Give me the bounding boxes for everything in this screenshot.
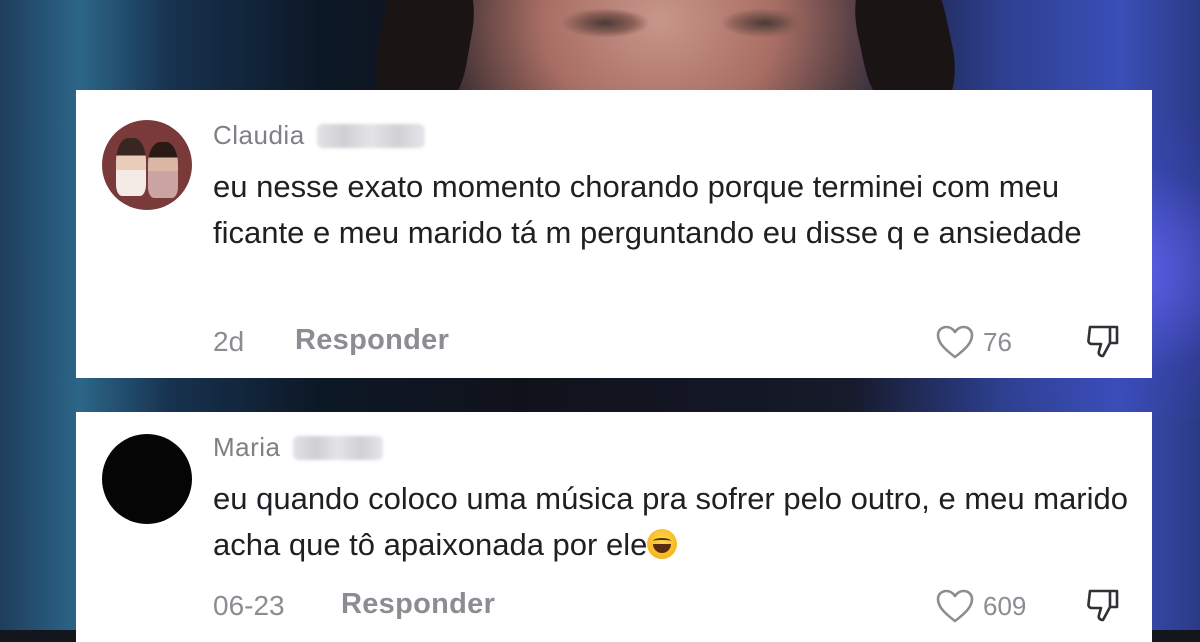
avatar-photo-person	[148, 142, 178, 198]
comment-author-row: Maria	[213, 432, 383, 463]
heart-outline-icon	[936, 589, 974, 623]
comment-date: 2d	[213, 326, 245, 357]
blurred-surname	[292, 435, 383, 460]
eye-shape	[560, 8, 650, 38]
reply-button[interactable]: Responder	[295, 324, 449, 357]
comment-card: Claudia eu nesse exato momento chorando …	[76, 90, 1152, 378]
comment-author-row: Claudia	[213, 120, 425, 151]
like-button[interactable]: 609	[935, 588, 1026, 624]
grinning-sweat-emoji-icon	[647, 529, 678, 559]
blurred-surname	[316, 123, 425, 148]
comment-author[interactable]: Maria	[213, 432, 281, 463]
comment-date: 06-23	[213, 590, 285, 621]
comment-text-content: eu nesse exato momento chorando porque t…	[213, 169, 1082, 250]
comment-text: eu quando coloco uma música pra sofrer p…	[213, 476, 1133, 568]
avatar[interactable]	[102, 120, 192, 210]
comment-card: Maria eu quando coloco uma música pra so…	[76, 412, 1152, 642]
reply-button[interactable]: Responder	[341, 588, 495, 621]
heart-outline-icon	[936, 325, 974, 359]
thumbs-down-outline-icon[interactable]	[1084, 322, 1122, 360]
avatar[interactable]	[102, 434, 192, 524]
like-count: 609	[983, 590, 1027, 621]
comment-actions: 2d Responder 76	[213, 320, 1122, 360]
avatar-photo-person	[116, 138, 146, 196]
comment-actions: 06-23 Responder 609	[213, 584, 1122, 624]
like-button[interactable]: 76	[935, 324, 1012, 360]
eye-shape	[720, 8, 810, 38]
like-count: 76	[983, 326, 1012, 357]
comment-author[interactable]: Claudia	[213, 120, 305, 151]
thumbs-down-outline-icon[interactable]	[1084, 586, 1122, 624]
comment-text: eu nesse exato momento chorando porque t…	[213, 164, 1133, 256]
